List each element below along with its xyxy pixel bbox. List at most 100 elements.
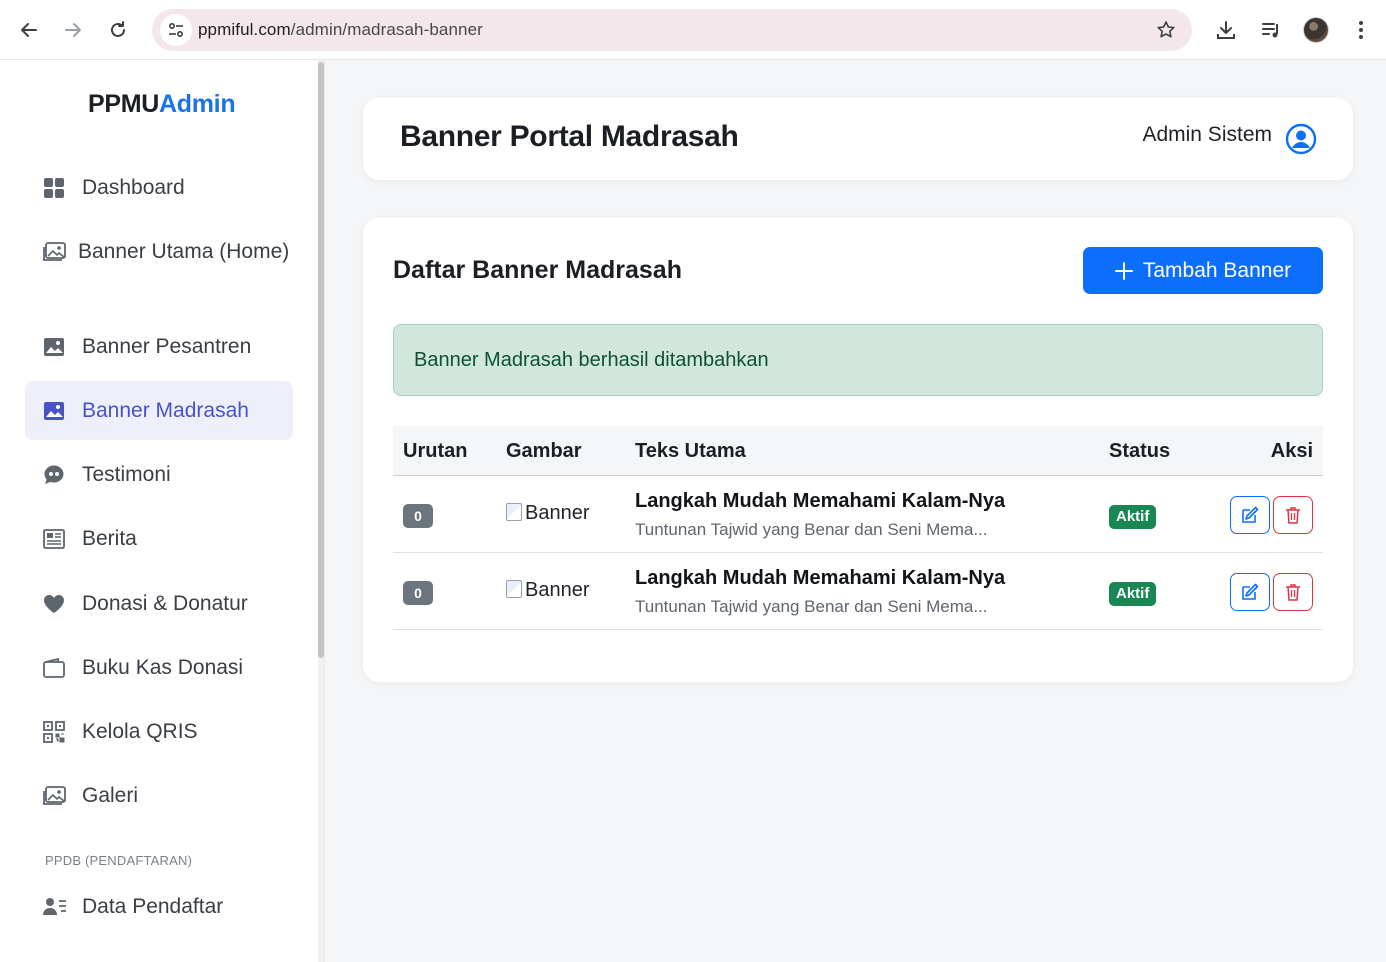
banner-title: Langkah Mudah Memahami Kalam-Nya: [635, 567, 1006, 589]
sidebar-item-label: Data Pendaftar: [82, 895, 224, 918]
back-button[interactable]: [13, 14, 45, 46]
wallet-icon: [43, 652, 67, 683]
delete-button[interactable]: [1273, 573, 1313, 611]
sidebar-item-donasi[interactable]: Donasi & Donatur: [25, 574, 293, 633]
person-lines-icon: [43, 891, 67, 922]
site-info-button[interactable]: [160, 14, 192, 46]
url-text[interactable]: ppmiful.com/admin/madrasah-banner: [198, 20, 483, 40]
broken-image-icon: [506, 580, 522, 598]
url-host: ppmiful.com: [198, 20, 291, 39]
edit-icon: [1242, 506, 1259, 523]
sidebar-item-banner-madrasah[interactable]: Banner Madrasah: [25, 381, 293, 440]
sidebar-item-label: Kelola QRIS: [82, 720, 198, 743]
column-header: Gambar: [506, 440, 582, 462]
image-icon: [43, 395, 67, 426]
grid-icon: [43, 172, 67, 203]
reload-button[interactable]: [102, 14, 134, 46]
banner-subtitle: Tuntunan Tajwid yang Benar dan Seni Mema…: [635, 520, 988, 539]
trash-icon: [1286, 584, 1300, 601]
browser-toolbar: ppmiful.com/admin/madrasah-banner: [0, 0, 1386, 60]
sidebar-item-label: Donasi & Donatur: [82, 592, 248, 615]
status-badge: Aktif: [1109, 582, 1157, 606]
sidebar-item-banner-utama[interactable]: Banner Utama (Home): [25, 222, 293, 281]
column-header: Urutan: [403, 440, 468, 462]
banner-list-card: Daftar Banner Madrasah Tambah Banner Ban…: [363, 218, 1353, 682]
sidebar-item-label: Buku Kas Donasi: [82, 656, 244, 679]
order-badge: 0: [403, 504, 433, 528]
user-circle-icon[interactable]: [1285, 123, 1317, 155]
edit-button[interactable]: [1230, 573, 1270, 611]
table-row: 0 Banner Langkah Mudah Memahami Kalam-Ny…: [393, 553, 1323, 630]
broken-image-icon: [506, 503, 522, 521]
table-row: 0 Banner Langkah Mudah Memahami Kalam-Ny…: [393, 476, 1323, 553]
tune-icon: [168, 22, 184, 38]
column-header: Teks Utama: [635, 440, 746, 462]
profile-button[interactable]: [1300, 14, 1332, 46]
order-badge: 0: [403, 581, 433, 605]
sidebar-item-label: Berita: [82, 527, 137, 550]
arrow-right-icon: [65, 23, 81, 37]
brand-logo[interactable]: PPMUAdmin: [88, 90, 236, 119]
sidebar-item-label: Banner Madrasah: [82, 399, 249, 422]
user-name[interactable]: Admin Sistem: [1142, 123, 1272, 147]
playlist-icon: [1262, 23, 1278, 38]
sidebar-item-label: Galeri: [82, 784, 139, 807]
banner-table: Urutan Gambar Teks Utama Status Aksi 0 B…: [393, 426, 1323, 630]
sidebar-section-ppdb: PPDB (PENDAFTARAN): [45, 853, 193, 868]
sidebar-item-data-pendaftar[interactable]: Data Pendaftar: [25, 877, 293, 936]
media-button[interactable]: [1255, 14, 1287, 46]
more-vertical-icon: [1359, 21, 1363, 39]
url-path: /admin/madrasah-banner: [290, 20, 483, 39]
brand-accent: Admin: [159, 90, 236, 118]
sidebar-item-dashboard[interactable]: Dashboard: [25, 158, 293, 217]
qr-code-icon: [43, 716, 67, 747]
banner-title: Langkah Mudah Memahami Kalam-Nya: [635, 490, 1006, 512]
sidebar-item-banner-pesantren[interactable]: Banner Pesantren: [25, 317, 293, 376]
image-alt-text: Banner: [525, 502, 590, 524]
bookmark-button[interactable]: [1154, 18, 1178, 42]
sidebar-item-galeri[interactable]: Galeri: [25, 766, 293, 825]
banner-subtitle: Tuntunan Tajwid yang Benar dan Seni Mema…: [635, 597, 988, 616]
edit-button[interactable]: [1230, 496, 1270, 534]
status-badge: Aktif: [1109, 505, 1157, 529]
add-banner-label: Tambah Banner: [1142, 258, 1292, 282]
plus-icon: [1114, 261, 1133, 280]
images-icon: [43, 236, 67, 267]
heart-icon: [43, 588, 67, 619]
star-icon: [1157, 21, 1175, 38]
column-header: Status: [1109, 440, 1171, 462]
forward-button[interactable]: [57, 14, 89, 46]
section-title: Daftar Banner Madrasah: [393, 256, 682, 284]
sidebar-item-testimoni[interactable]: Testimoni: [25, 445, 293, 504]
banner-thumbnail: Banner: [506, 502, 590, 525]
menu-button[interactable]: [1345, 14, 1377, 46]
delete-button[interactable]: [1273, 496, 1313, 534]
sidebar-item-label: Banner Pesantren: [82, 335, 252, 358]
sidebar-item-label: Testimoni: [82, 463, 171, 486]
column-header: Aksi: [1270, 440, 1313, 462]
edit-icon: [1242, 583, 1259, 600]
arrow-left-icon: [21, 23, 37, 37]
sidebar-item-qris[interactable]: Kelola QRIS: [25, 702, 293, 761]
page-title: Banner Portal Madrasah: [400, 120, 739, 153]
images-icon: [43, 780, 67, 811]
sidebar-item-label: Dashboard: [82, 176, 185, 199]
table-header: Urutan Gambar Teks Utama Status Aksi: [393, 426, 1323, 476]
banner-thumbnail: Banner: [506, 579, 590, 602]
sidebar-item-berita[interactable]: Berita: [25, 509, 293, 568]
success-alert: Banner Madrasah berhasil ditambahkan: [393, 324, 1323, 396]
download-icon: [1217, 21, 1235, 39]
image-icon: [43, 331, 67, 362]
sidebar-item-label: Banner Utama (Home): [78, 240, 290, 263]
profile-avatar: [1303, 17, 1329, 43]
reload-icon: [111, 21, 125, 37]
image-alt-text: Banner: [525, 579, 590, 601]
trash-icon: [1286, 507, 1300, 524]
address-bar[interactable]: ppmiful.com/admin/madrasah-banner: [152, 9, 1192, 51]
add-banner-button[interactable]: Tambah Banner: [1083, 247, 1323, 294]
sidebar-scrollbar-thumb[interactable]: [318, 62, 324, 658]
brand-main: PPMU: [88, 90, 160, 118]
downloads-button[interactable]: [1210, 14, 1242, 46]
sidebar-item-buku-kas[interactable]: Buku Kas Donasi: [25, 638, 293, 697]
page-header: Banner Portal Madrasah Admin Sistem: [363, 98, 1353, 180]
